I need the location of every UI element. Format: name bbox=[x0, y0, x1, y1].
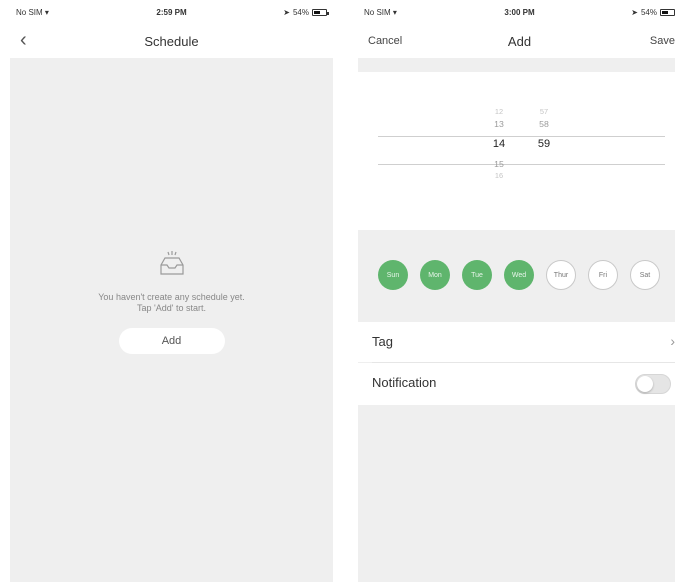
hour-option[interactable]: 14 bbox=[479, 138, 519, 150]
day-toggle-wed[interactable]: Wed bbox=[504, 260, 534, 290]
notification-label: Notification bbox=[372, 375, 437, 390]
picker-selection-top bbox=[378, 136, 665, 137]
save-button[interactable]: Save bbox=[650, 35, 675, 47]
battery-fill bbox=[314, 11, 320, 14]
nav-bar: Cancel Add Save bbox=[358, 24, 675, 58]
battery-indicator: ➤ 54% bbox=[631, 8, 675, 17]
empty-message-line1: You haven't create any schedule yet. bbox=[98, 292, 245, 302]
day-toggle-sun[interactable]: Sun bbox=[378, 260, 408, 290]
status-bar: No SIM ▾ 2:59 PM ➤ 54% bbox=[10, 0, 333, 24]
day-toggle-thur[interactable]: Thur bbox=[546, 260, 576, 290]
hour-option[interactable]: 12 bbox=[479, 107, 519, 116]
tag-label: Tag bbox=[372, 334, 393, 349]
weekday-selector: Sun Mon Tue Wed Thur Fri Sat bbox=[358, 230, 675, 320]
minute-option[interactable]: 58 bbox=[524, 119, 564, 129]
notification-row: Notification bbox=[358, 363, 675, 405]
battery-indicator: ➤ 54% bbox=[283, 8, 329, 17]
location-icon: ➤ bbox=[283, 8, 290, 17]
empty-state: You haven't create any schedule yet. Tap… bbox=[10, 248, 333, 354]
location-icon: ➤ bbox=[631, 8, 638, 17]
nav-bar: ‹ Schedule bbox=[10, 24, 333, 58]
battery-percent: 54% bbox=[292, 8, 309, 17]
status-time: 3:00 PM bbox=[504, 8, 535, 17]
day-toggle-tue[interactable]: Tue bbox=[462, 260, 492, 290]
day-toggle-mon[interactable]: Mon bbox=[420, 260, 450, 290]
tag-row[interactable]: Tag › bbox=[358, 322, 675, 362]
hour-option[interactable]: 15 bbox=[479, 159, 519, 169]
page-title: Add bbox=[507, 34, 532, 49]
chevron-right-icon: › bbox=[670, 333, 675, 349]
add-schedule-screen: No SIM ▾ 3:00 PM ➤ 54% Cancel Add Save 1… bbox=[358, 0, 675, 582]
status-bar: No SIM ▾ 3:00 PM ➤ 54% bbox=[358, 0, 675, 24]
battery-percent: 54% bbox=[640, 8, 657, 17]
toggle-knob bbox=[637, 376, 653, 392]
empty-message-line2: Tap 'Add' to start. bbox=[137, 303, 206, 313]
page-title: Schedule bbox=[144, 34, 199, 49]
schedule-screen: No SIM ▾ 2:59 PM ➤ 54% ‹ Schedule You ha… bbox=[10, 0, 333, 582]
battery-fill bbox=[662, 11, 668, 14]
minute-option[interactable]: 59 bbox=[524, 138, 564, 150]
day-toggle-fri[interactable]: Fri bbox=[588, 260, 618, 290]
battery-icon bbox=[660, 9, 675, 16]
day-toggle-sat[interactable]: Sat bbox=[630, 260, 660, 290]
notification-toggle[interactable] bbox=[635, 374, 671, 394]
minute-option[interactable]: 57 bbox=[524, 107, 564, 116]
hour-option[interactable]: 16 bbox=[479, 171, 519, 180]
hour-option[interactable]: 13 bbox=[479, 119, 519, 129]
add-schedule-button[interactable]: Add bbox=[118, 328, 225, 354]
picker-selection-bottom bbox=[378, 164, 665, 165]
empty-inbox-icon bbox=[159, 251, 184, 275]
empty-message: You haven't create any schedule yet. Tap… bbox=[10, 292, 333, 314]
battery-icon bbox=[312, 9, 329, 16]
time-picker[interactable]: 12 13 14 15 16 57 58 59 bbox=[358, 72, 675, 230]
